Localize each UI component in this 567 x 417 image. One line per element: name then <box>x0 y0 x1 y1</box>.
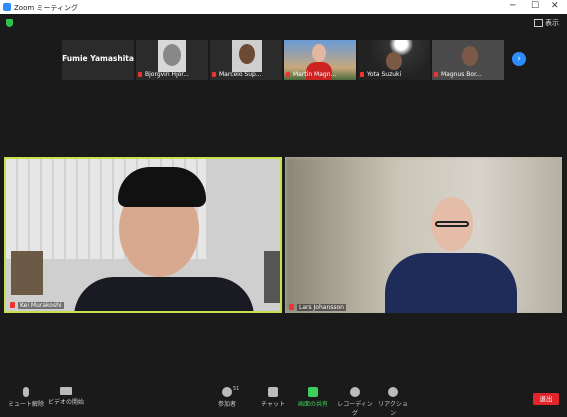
zoom-logo-icon <box>3 3 11 11</box>
share-screen-button[interactable]: 画面の共有 <box>295 387 331 408</box>
participant-thumb[interactable]: Marcelo Sup... <box>210 40 282 80</box>
share-screen-icon <box>308 387 318 397</box>
mic-off-icon <box>23 387 29 397</box>
view-button[interactable]: 表示 <box>534 18 559 28</box>
mic-muted-icon <box>286 72 290 77</box>
shelf <box>264 251 280 303</box>
share-label: 画面の共有 <box>297 401 328 408</box>
unmute-button[interactable]: ミュート解除 <box>6 387 46 408</box>
meeting-toolbar: ミュート解除 ビデオの開始 参加者 51 チャット 画面の共有 レコーディング … <box>0 384 567 417</box>
reaction-smiley-icon <box>388 387 398 397</box>
suit <box>385 253 517 313</box>
video-off-icon <box>60 387 72 395</box>
mic-muted-icon <box>212 72 216 77</box>
start-video-button[interactable]: ビデオの開始 <box>46 387 86 406</box>
video-label: ビデオの開始 <box>47 399 84 406</box>
face <box>239 44 255 64</box>
close-icon[interactable]: ✕ <box>551 1 559 11</box>
participant-thumb[interactable]: Bjorgvin Hjör... <box>136 40 208 80</box>
record-icon <box>350 387 360 397</box>
participant-thumb[interactable]: Magnus Bor... <box>432 40 504 80</box>
participant-name: Fumie Yamashita <box>62 54 134 63</box>
face <box>312 44 326 62</box>
maximize-icon[interactable]: ☐ <box>531 1 539 11</box>
participant-name: Magnus Bor... <box>441 71 482 78</box>
mic-muted-icon <box>434 72 438 77</box>
glasses <box>435 221 469 227</box>
participants-label: 参加者 <box>217 401 236 408</box>
chat-icon <box>268 387 278 397</box>
face <box>163 44 181 66</box>
video-tile-active-speaker[interactable]: Kei Murakoshi <box>4 157 282 313</box>
participants-count: 51 <box>233 386 240 392</box>
mic-muted-icon <box>138 72 142 77</box>
participant-name: Lars Johansson <box>297 304 346 311</box>
participant-name: Marcelo Sup... <box>219 71 262 78</box>
leave-button[interactable]: 退出 <box>533 393 559 405</box>
reactions-label: リアクション <box>378 401 408 417</box>
encryption-shield-icon[interactable] <box>6 19 13 27</box>
mic-muted-icon <box>360 72 364 77</box>
participant-name: Kei Murakoshi <box>18 302 64 309</box>
chat-label: チャット <box>261 401 285 408</box>
minimize-icon[interactable]: ─ <box>510 1 515 11</box>
face <box>462 46 478 66</box>
chat-button[interactable]: チャット <box>258 387 288 408</box>
window-title: Zoom ミーティング <box>14 4 78 12</box>
participant-name: Martin Magn... <box>293 71 337 78</box>
hair <box>118 167 206 207</box>
participant-name: Yota Suzuki <box>367 71 402 78</box>
participant-name: Bjorgvin Hjör... <box>145 71 190 78</box>
mic-muted-icon <box>289 304 294 310</box>
participant-thumb[interactable]: Fumie Yamashita <box>62 40 134 80</box>
bookshelf <box>11 251 43 295</box>
participant-thumb[interactable]: Yota Suzuki <box>358 40 430 80</box>
mic-muted-icon <box>10 302 15 308</box>
participant-thumb[interactable]: Martin Magn... <box>284 40 356 80</box>
video-tile[interactable]: Lars Johansson <box>285 157 562 313</box>
record-label: レコーディング <box>337 401 373 417</box>
unmute-label: ミュート解除 <box>7 401 44 408</box>
participants-icon <box>222 387 232 397</box>
gallery-grid-icon <box>534 19 543 27</box>
face <box>386 52 402 70</box>
suit <box>74 277 254 311</box>
next-page-button[interactable]: › <box>512 52 526 66</box>
view-label: 表示 <box>545 19 559 27</box>
title-bar: Zoom ミーティング ─ ☐ ✕ <box>0 0 567 14</box>
